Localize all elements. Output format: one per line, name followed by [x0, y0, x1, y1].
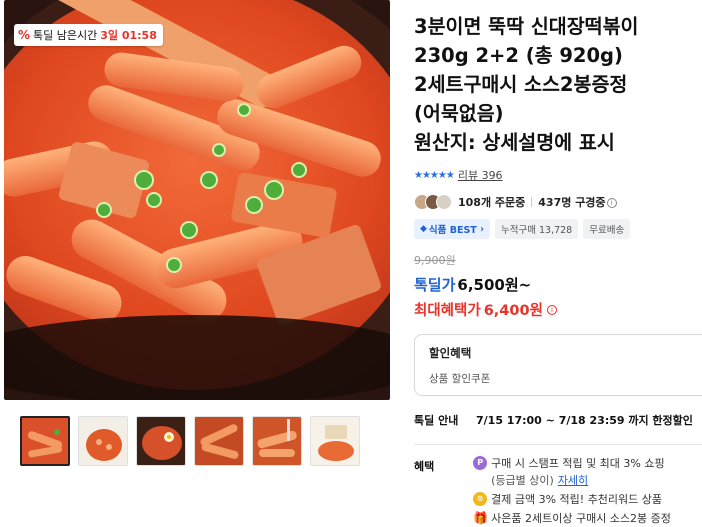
tag-food-best[interactable]: ◆ 식품 BEST › — [414, 219, 490, 239]
info-icon[interactable]: i — [606, 198, 617, 208]
deal-timer-badge: % 톡딜 남은시간 3일 01:58 — [14, 24, 163, 46]
benefit-item: P 구매 시 스탬프 적립 및 최대 3% 쇼핑 (등급별 상이) 자세히 — [473, 455, 702, 488]
thumbnail-4[interactable] — [194, 416, 244, 466]
percent-icon: % — [18, 28, 31, 42]
order-stats-row: 108개 주문중 437명 구경중 i — [414, 193, 702, 211]
benefit-item: ⊙ 결제 금액 3% 적립! 추천리워드 상품 — [473, 491, 702, 507]
thumbnail-5[interactable] — [252, 416, 302, 466]
section-divider — [414, 444, 702, 445]
benefits-section: 혜택 P 구매 시 스탬프 적립 및 최대 3% 쇼핑 (등급별 상이) 자세히… — [414, 455, 702, 527]
coin-icon: ⊙ — [473, 492, 488, 506]
rating-row: ★★★★★ 리뷰 396 — [414, 167, 702, 183]
thumbnail-3[interactable] — [136, 416, 186, 466]
max-benefit-row: 최대혜택가 6,400원 i — [414, 299, 702, 320]
deal-price-row: 톡딜가 6,500원~ — [414, 274, 702, 295]
tag-cumulative-purchases: 누적구매 13,728 — [495, 219, 579, 239]
benefit-text: 사은품 2세트이상 구매시 소스2봉 증정 — [491, 512, 671, 525]
deal-info-row: 톡딜 안내 7/15 17:00 ~ 7/18 23:59 까지 한정할인 — [414, 412, 702, 428]
deal-price-label: 톡딜가 — [414, 276, 456, 294]
benefit-text: 결제 금액 3% 적립! 추천리워드 상품 — [491, 493, 663, 506]
product-title-line: 2세트구매시 소스2봉증정 — [414, 73, 628, 96]
diamond-icon: ◆ — [420, 224, 427, 234]
product-tags: ◆ 식품 BEST › 누적구매 13,728 무료배송 — [414, 219, 702, 239]
tag-free-shipping: 무료배송 — [583, 219, 631, 239]
benefits-label: 혜택 — [414, 460, 435, 473]
benefit-subtext: (등급별 상이) — [491, 474, 554, 487]
benefit-detail-link[interactable]: 자세히 — [558, 472, 588, 488]
deal-price: 6,500원~ — [457, 276, 532, 294]
discount-coupon-box[interactable]: 할인혜택 상품 할인쿠폰 — [414, 334, 702, 396]
product-main-image[interactable]: % 톡딜 남은시간 3일 01:58 — [4, 0, 390, 400]
point-icon: P — [473, 456, 488, 470]
divider — [531, 197, 533, 207]
product-title-line: 원산지: 상세설명에 표시 — [414, 131, 615, 154]
viewer-count: 437명 구경중 — [538, 196, 606, 209]
deal-timer-label: 톡딜 남은시간 — [33, 29, 98, 42]
order-count: 108개 주문중 — [458, 196, 526, 209]
product-info-panel: 3분이면 뚝딱 신대장떡볶이 230g 2+2 (총 920g) 2세트구매시 … — [414, 0, 702, 527]
avatar — [436, 194, 452, 210]
review-count-link[interactable]: 리뷰 396 — [458, 167, 503, 183]
info-icon[interactable]: i — [546, 304, 557, 315]
thumbnail-1[interactable] — [20, 416, 70, 466]
max-benefit-price: 6,400원 — [483, 303, 543, 319]
viewer-count-wrap: 437명 구경중 i — [538, 194, 617, 210]
product-title: 3분이면 뚝딱 신대장떡볶이 230g 2+2 (총 920g) 2세트구매시 … — [414, 12, 702, 157]
star-rating-icon: ★★★★★ — [414, 169, 455, 181]
deal-info-value: 7/15 17:00 ~ 7/18 23:59 까지 한정할인 — [476, 414, 693, 427]
benefit-item: 🎁 사은품 2세트이상 구매시 소스2봉 증정 — [473, 510, 702, 526]
original-price: 9,900원 — [414, 254, 456, 267]
gift-icon: 🎁 — [473, 511, 489, 525]
product-title-line: (어묵없음) — [414, 102, 504, 125]
deal-timer-time: 3일 01:58 — [100, 29, 157, 42]
deal-info-label: 톡딜 안내 — [414, 414, 459, 427]
product-title-line: 3분이면 뚝딱 신대장떡볶이 — [414, 15, 639, 38]
tteokbokki-photo — [4, 0, 390, 400]
coupon-subtitle: 상품 할인쿠폰 — [429, 373, 491, 385]
max-benefit-label: 최대혜택가 — [414, 303, 481, 319]
thumbnail-2[interactable] — [78, 416, 128, 466]
thumbnail-6[interactable] — [310, 416, 360, 466]
thumbnail-strip — [20, 416, 360, 466]
tag-label: 식품 BEST — [428, 225, 477, 236]
buyer-avatars — [414, 194, 452, 210]
coupon-title: 할인혜택 — [429, 346, 472, 360]
product-title-line: 230g 2+2 (총 920g) — [414, 44, 623, 67]
benefit-text: 구매 시 스탬프 적립 및 최대 3% 쇼핑 — [491, 457, 665, 470]
benefits-list: P 구매 시 스탬프 적립 및 최대 3% 쇼핑 (등급별 상이) 자세히 ⊙ … — [473, 455, 702, 527]
